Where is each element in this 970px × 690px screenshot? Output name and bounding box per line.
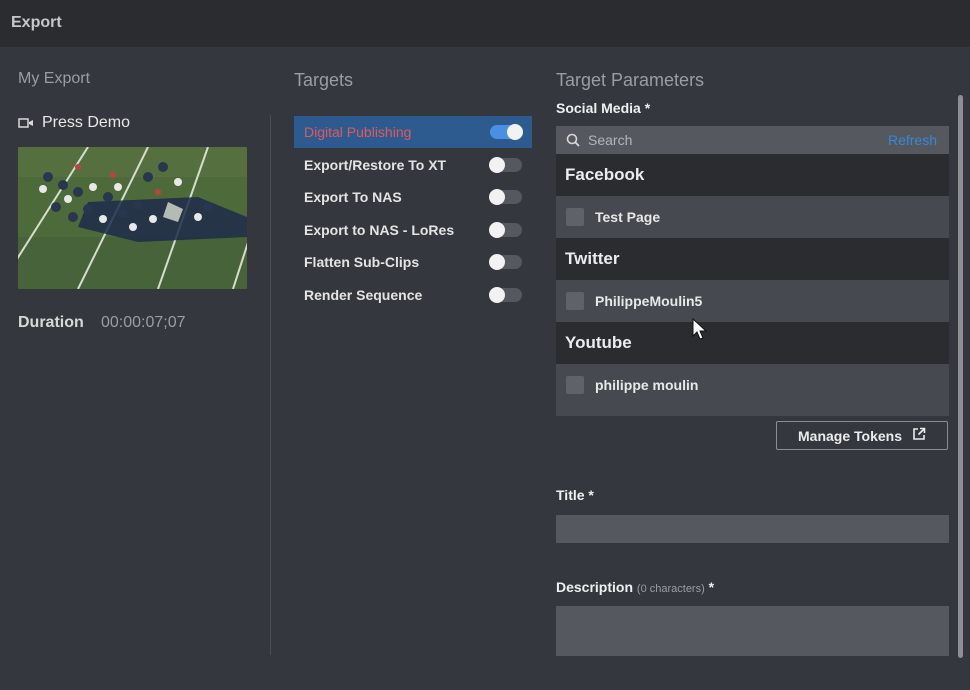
account-checkbox[interactable] xyxy=(566,292,584,310)
target-digital-publishing[interactable]: Digital Publishing xyxy=(294,116,532,148)
account-name: PhilippeMoulin5 xyxy=(595,293,703,309)
account-checkbox[interactable] xyxy=(566,208,584,226)
target-label: Render Sequence xyxy=(304,286,423,303)
target-toggle[interactable] xyxy=(490,124,523,140)
target-label: Export/Restore To XT xyxy=(304,156,447,173)
target-toggle[interactable] xyxy=(489,254,522,270)
target-export-restore-xt[interactable]: Export/Restore To XT xyxy=(294,149,532,181)
description-field[interactable] xyxy=(556,606,949,656)
account-row[interactable]: PhilippeMoulin5 xyxy=(556,280,949,322)
social-search-bar: Refresh xyxy=(556,126,949,154)
account-checkbox[interactable] xyxy=(566,376,584,394)
target-toggle[interactable] xyxy=(489,189,522,205)
manage-tokens-button[interactable]: Manage Tokens xyxy=(776,421,948,450)
manage-tokens-label: Manage Tokens xyxy=(798,427,902,444)
my-export-heading: My Export xyxy=(18,70,91,87)
target-label: Export To NAS xyxy=(304,189,402,205)
target-flatten-subclips[interactable]: Flatten Sub-Clips xyxy=(294,246,532,278)
refresh-link[interactable]: Refresh xyxy=(888,132,937,148)
video-camera-icon xyxy=(18,116,34,130)
search-input[interactable] xyxy=(586,131,880,149)
description-label: Description xyxy=(556,579,634,595)
target-label: Digital Publishing xyxy=(304,124,412,140)
window-title: Export xyxy=(11,14,62,31)
duration-value: 00:00:07;07 xyxy=(101,314,186,331)
target-toggle[interactable] xyxy=(489,156,522,173)
group-twitter: Twitter xyxy=(556,238,949,280)
mouse-cursor-icon xyxy=(692,317,708,347)
target-export-nas-lores[interactable]: Export to NAS - LoRes xyxy=(294,214,532,246)
clip-thumbnail[interactable] xyxy=(18,147,247,289)
clip-name: Press Demo xyxy=(42,114,131,131)
targets-heading: Targets xyxy=(294,70,354,90)
group-youtube: Youtube xyxy=(556,322,949,364)
description-char-count: (0 characters) xyxy=(636,583,705,595)
targets-list: Digital Publishing Export/Restore To XT … xyxy=(294,116,532,311)
title-field[interactable] xyxy=(556,515,949,543)
account-row[interactable]: philippe moulin xyxy=(556,364,949,406)
target-toggle[interactable] xyxy=(489,286,522,303)
target-label: Export to NAS - LoRes xyxy=(304,221,455,238)
column-divider xyxy=(270,115,271,655)
social-accounts-list: Facebook Test Page Twitter PhilippeMouli… xyxy=(556,154,949,416)
social-media-label: Social Media * xyxy=(556,100,651,116)
target-label: Flatten Sub-Clips xyxy=(304,254,420,270)
group-facebook: Facebook xyxy=(556,154,949,196)
description-required-mark: * xyxy=(708,579,715,595)
target-render-sequence[interactable]: Render Sequence xyxy=(294,279,532,311)
duration-label: Duration xyxy=(18,314,84,331)
clip-name-row: Press Demo xyxy=(18,114,130,132)
scrollbar[interactable] xyxy=(958,95,963,658)
target-parameters-heading: Target Parameters xyxy=(556,70,705,90)
account-row[interactable]: Test Page xyxy=(556,196,949,238)
target-export-nas[interactable]: Export To NAS xyxy=(294,181,532,213)
description-label-row: Description (0 characters) * xyxy=(556,579,714,595)
external-link-icon xyxy=(912,427,926,444)
target-toggle[interactable] xyxy=(489,221,522,238)
account-name: Test Page xyxy=(595,209,661,225)
title-bar: Export xyxy=(0,0,970,47)
title-label: Title * xyxy=(556,487,594,503)
account-name: philippe moulin xyxy=(595,377,699,393)
search-icon xyxy=(566,133,580,147)
